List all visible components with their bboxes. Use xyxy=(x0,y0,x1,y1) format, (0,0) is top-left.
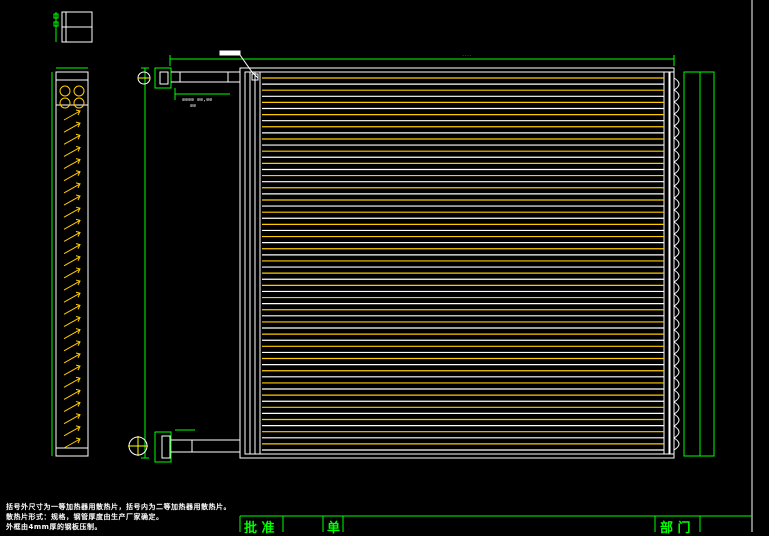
u-bend xyxy=(673,101,680,115)
flow-arrow xyxy=(63,158,81,170)
flow-arrow xyxy=(63,243,81,255)
u-bend xyxy=(673,233,680,247)
u-bend xyxy=(673,149,680,163)
flow-arrow xyxy=(63,133,81,145)
flow-arrow xyxy=(63,218,81,230)
flow-arrow xyxy=(63,194,81,206)
u-bend xyxy=(673,197,680,211)
u-bend xyxy=(673,257,680,271)
flow-arrow xyxy=(63,340,81,352)
u-bend xyxy=(673,365,680,379)
u-bend xyxy=(673,317,680,331)
u-bend xyxy=(673,377,680,391)
u-bend xyxy=(673,269,680,283)
u-bend xyxy=(673,113,680,127)
note-line-3: 外框由4mm厚的钢板压制。 xyxy=(6,523,102,531)
flow-arrow xyxy=(63,206,81,218)
title-block-approve: 批 准 xyxy=(244,521,275,536)
svg-text:⊘⊘: ⊘⊘ xyxy=(190,103,196,109)
title-block-department: 部 门 xyxy=(660,521,691,536)
u-bend xyxy=(673,209,680,223)
u-bend xyxy=(673,173,680,187)
front-view: ---- xyxy=(141,53,715,459)
flow-arrow xyxy=(63,316,81,327)
flow-arrow xyxy=(63,352,81,364)
fin-lines xyxy=(262,77,664,451)
flow-arrow xyxy=(63,328,81,340)
u-bend xyxy=(673,161,680,175)
flow-arrow xyxy=(63,364,81,376)
flow-arrow xyxy=(63,437,81,449)
u-bend xyxy=(673,437,680,451)
cad-drawing: ---- ⊘⊘⊘⊘ ⊘⊘,⊘⊘ ⊘⊘ xyxy=(51,0,753,532)
flow-arrow xyxy=(63,267,81,279)
u-bend xyxy=(673,329,680,343)
flow-arrow xyxy=(63,255,81,267)
u-bend xyxy=(673,89,680,103)
u-bend xyxy=(673,305,680,319)
side-view xyxy=(51,67,89,457)
u-bend xyxy=(673,77,680,91)
u-bend xyxy=(673,389,680,403)
flow-arrow xyxy=(63,170,81,182)
svg-text:----: ---- xyxy=(462,53,472,58)
svg-text:⊘⊘⊘⊘ ⊘⊘,⊘⊘: ⊘⊘⊘⊘ ⊘⊘,⊘⊘ xyxy=(182,97,212,103)
u-bend xyxy=(673,293,680,307)
u-bend xyxy=(673,125,680,139)
note-line-1: 括号外尺寸为一等加热器用散热片，括号内为二等加热器用散热片。 xyxy=(6,503,231,511)
u-bend xyxy=(673,281,680,295)
flow-arrow xyxy=(63,121,81,133)
flow-arrow xyxy=(63,230,81,242)
flow-arrow xyxy=(63,401,81,412)
u-bend xyxy=(673,353,680,367)
u-bend xyxy=(673,185,680,199)
u-bend xyxy=(673,401,680,415)
u-bend xyxy=(673,221,680,235)
flow-arrow xyxy=(63,376,81,388)
top-detail xyxy=(53,11,93,43)
flow-arrow xyxy=(63,145,81,157)
flow-arrow xyxy=(63,425,81,437)
u-bend xyxy=(673,341,680,355)
u-bend xyxy=(673,137,680,151)
u-bend xyxy=(673,245,680,259)
title-block-sheet: 单 xyxy=(327,521,341,536)
flow-arrow xyxy=(63,109,81,121)
flow-arrow xyxy=(63,182,81,194)
flow-arrow xyxy=(63,291,81,303)
u-bend xyxy=(673,425,680,439)
note-line-2: 散热片形式：规格，钢管厚度由生产厂家确定。 xyxy=(6,513,164,521)
flow-arrow xyxy=(63,279,81,291)
u-bends xyxy=(673,77,680,451)
flow-arrow xyxy=(63,413,81,425)
u-bend xyxy=(673,413,680,427)
flow-arrow xyxy=(63,303,81,315)
flow-arrow xyxy=(63,388,81,400)
